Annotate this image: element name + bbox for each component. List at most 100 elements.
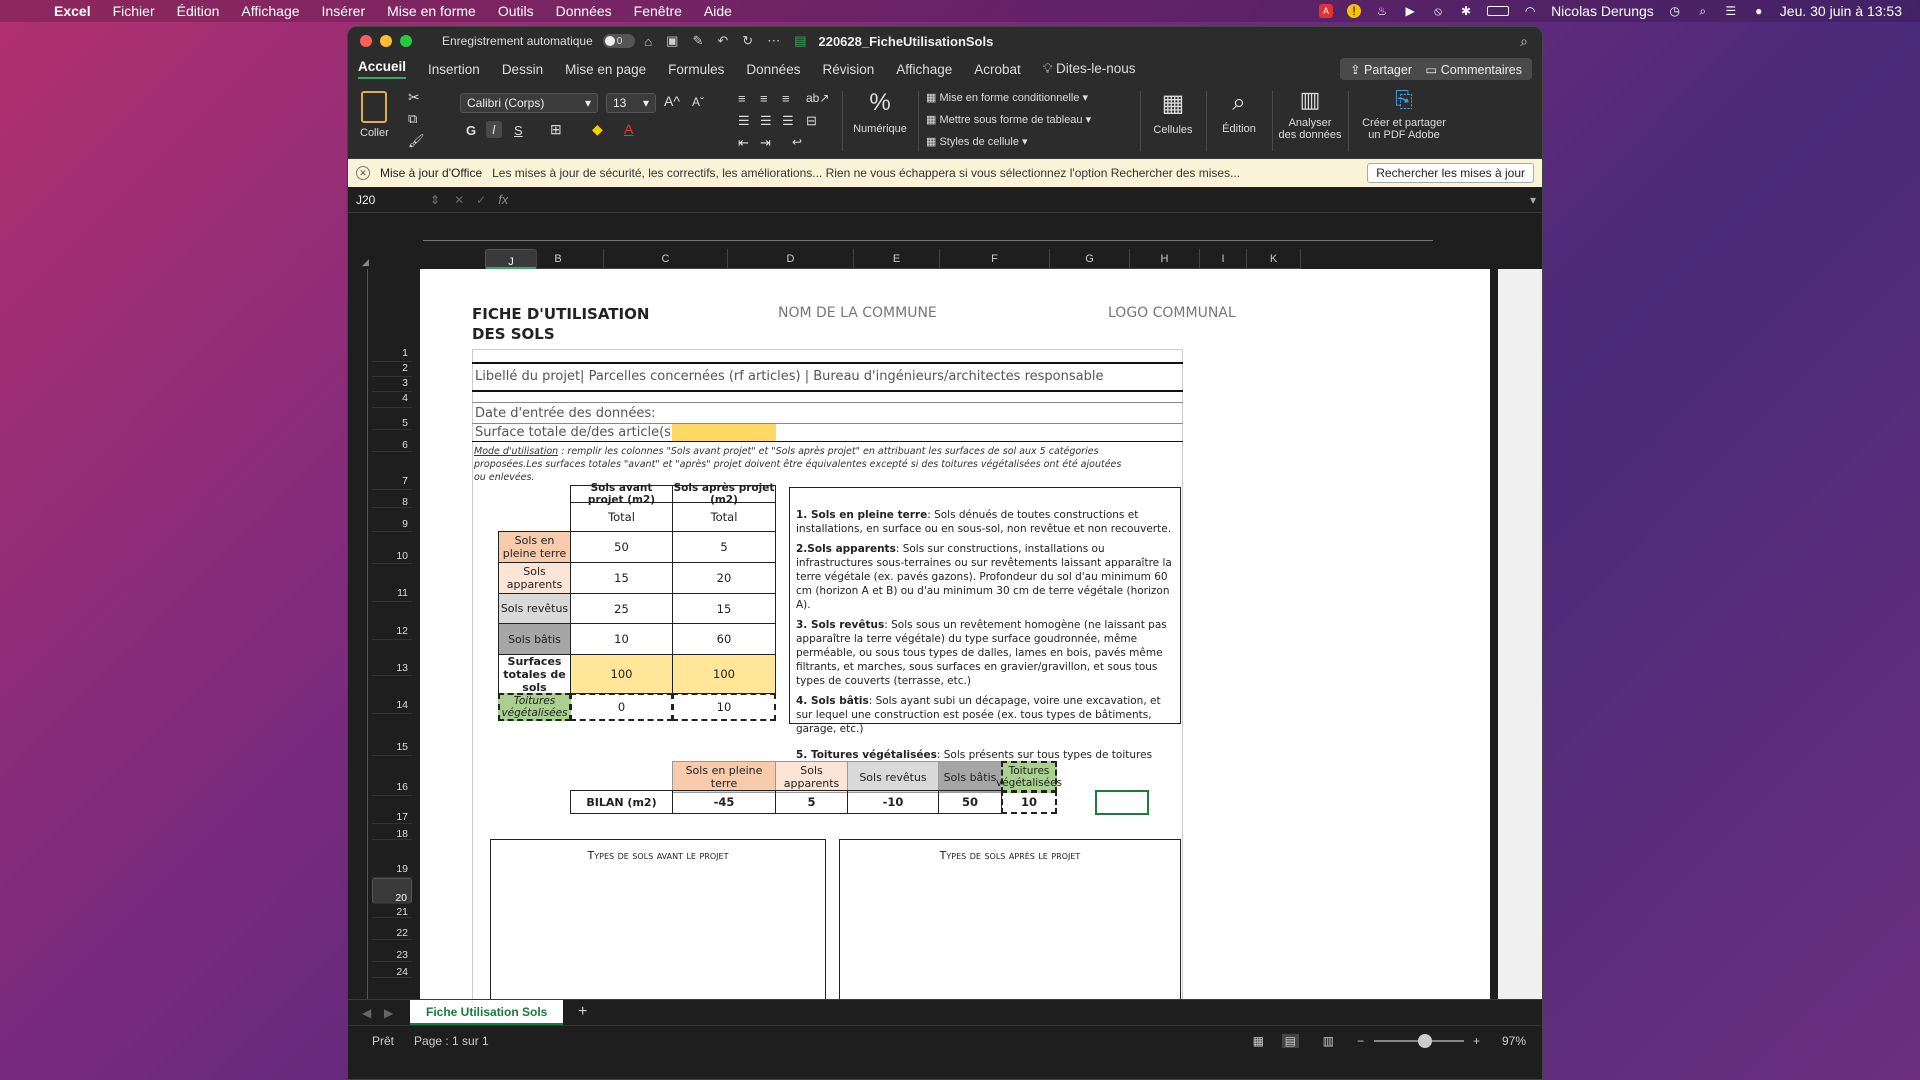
bluetooth-icon[interactable]: ✱: [1459, 4, 1473, 18]
value-total-avant[interactable]: 100: [570, 654, 673, 694]
row-header[interactable]: 19: [372, 840, 412, 878]
bilan-batis[interactable]: 50: [938, 790, 1002, 814]
create-pdf-button[interactable]: ⎘ Créer et partager un PDF Adobe: [1356, 87, 1452, 141]
bilan-header-pleine[interactable]: Sols en pleine terre: [672, 761, 776, 793]
bilan-header-revetus[interactable]: Sols revêtus: [847, 761, 939, 793]
value-toitures-apres[interactable]: 10: [672, 693, 776, 721]
column-header-k[interactable]: K: [1247, 249, 1301, 269]
number-format-button[interactable]: % Numérique: [850, 89, 910, 135]
add-sheet-icon[interactable]: +: [578, 1003, 587, 1021]
header-total-apres[interactable]: Total: [672, 502, 776, 532]
selected-cell-j20[interactable]: [1095, 790, 1149, 815]
font-size-select[interactable]: 13 ▾: [606, 93, 656, 113]
row-header[interactable]: 13: [372, 640, 412, 676]
value-apparents-apres[interactable]: 20: [672, 562, 776, 594]
save-icon[interactable]: ▣: [666, 33, 678, 49]
analyze-data-button[interactable]: ▥ Analyser des données: [1278, 87, 1342, 141]
column-header-g[interactable]: G: [1050, 249, 1130, 269]
column-header-e[interactable]: E: [854, 249, 940, 269]
category-pleine-terre[interactable]: Sols en pleine terre: [498, 531, 571, 563]
enter-icon[interactable]: ✓: [476, 193, 486, 207]
font-family-select[interactable]: Calibri (Corps) ▾: [460, 93, 598, 113]
menu-fenetre[interactable]: Fenêtre: [634, 3, 682, 19]
surface-label-cell[interactable]: Surface totale de/des article(s):: [475, 425, 680, 440]
row-header[interactable]: 18: [372, 824, 412, 840]
undo-icon[interactable]: ↶: [717, 33, 728, 49]
value-toitures-avant[interactable]: 0: [570, 693, 673, 721]
tab-donnees[interactable]: Données: [746, 62, 800, 77]
share-button[interactable]: ⇪ Partager: [1340, 58, 1422, 80]
tab-acrobat[interactable]: Acrobat: [974, 62, 1021, 77]
tab-insertion[interactable]: Insertion: [428, 62, 480, 77]
row-header[interactable]: 22: [372, 918, 412, 940]
paste-button[interactable]: Coller: [360, 91, 389, 139]
chart-types-avant[interactable]: Types de sols avant le projet: [490, 839, 826, 999]
zoom-out-icon[interactable]: −: [1357, 1034, 1364, 1048]
menubar-datetime[interactable]: Jeu. 30 juin à 13:53: [1780, 3, 1902, 19]
select-all-corner[interactable]: ◢: [362, 257, 369, 268]
menu-affichage[interactable]: Affichage: [241, 3, 299, 19]
menu-donnees[interactable]: Données: [556, 3, 612, 19]
align-left-icon[interactable]: ☰: [738, 113, 750, 129]
menu-mise-en-forme[interactable]: Mise en forme: [387, 3, 476, 19]
copy-icon[interactable]: ⧉: [408, 111, 417, 127]
tab-dessin[interactable]: Dessin: [502, 62, 543, 77]
menu-edition[interactable]: Édition: [177, 3, 220, 19]
normal-view-icon[interactable]: ▦: [1253, 1034, 1264, 1048]
column-header-i[interactable]: I: [1200, 249, 1247, 269]
zoom-slider-thumb[interactable]: [1418, 1034, 1432, 1048]
bilan-header-toitures[interactable]: Toitures végétalisées: [996, 761, 1062, 793]
check-updates-button[interactable]: Rechercher les mises à jour: [1367, 163, 1534, 183]
project-label-cell[interactable]: Libellé du projet| Parcelles concernées …: [475, 369, 1103, 384]
row-header[interactable]: 3: [372, 377, 412, 392]
underline-button[interactable]: S: [514, 123, 523, 138]
align-bottom-icon[interactable]: ≡: [782, 91, 790, 106]
wrap-text-icon[interactable]: ↩: [792, 135, 802, 149]
row-header[interactable]: 12: [372, 602, 412, 640]
merge-icon[interactable]: ⊟: [806, 113, 817, 129]
row-header[interactable]: 8: [372, 490, 412, 508]
row-header[interactable]: 4: [372, 392, 412, 408]
tab-accueil[interactable]: Accueil: [358, 59, 407, 79]
tab-revision[interactable]: Révision: [822, 62, 874, 77]
close-window-button[interactable]: [360, 35, 372, 47]
menu-outils[interactable]: Outils: [498, 3, 534, 19]
value-apparents-avant[interactable]: 15: [570, 562, 673, 594]
more-icon[interactable]: ⋯: [767, 33, 780, 49]
row-header[interactable]: 11: [372, 564, 412, 602]
orientation-icon[interactable]: ab↗: [806, 91, 829, 105]
decrease-font-icon[interactable]: Aˇ: [692, 95, 704, 109]
menu-inserer[interactable]: Insérer: [322, 3, 366, 19]
fill-color-icon[interactable]: ◆: [592, 121, 603, 138]
column-header-c[interactable]: C: [604, 249, 728, 269]
cells-button[interactable]: ▦ Cellules: [1148, 89, 1198, 136]
wifi-icon[interactable]: ◠: [1523, 4, 1537, 18]
header-sols-apres[interactable]: Sols après projet (m2): [672, 482, 776, 506]
surface-input-cell[interactable]: [672, 424, 776, 441]
category-toitures[interactable]: Toitures végétalisées: [498, 693, 571, 721]
zoom-window-button[interactable]: [400, 35, 412, 47]
comments-button[interactable]: ▭ Commentaires: [1415, 58, 1532, 80]
align-center-icon[interactable]: ☰: [760, 113, 772, 129]
borders-icon[interactable]: ⊞: [550, 121, 562, 138]
name-box[interactable]: J20: [356, 193, 426, 207]
minimize-window-button[interactable]: [380, 35, 392, 47]
cell-styles-button[interactable]: ▦ Styles de cellule ▾: [926, 135, 1028, 148]
bilan-label[interactable]: BILAN (m2): [570, 790, 673, 814]
redo-icon[interactable]: ↻: [742, 33, 753, 49]
next-sheet-icon[interactable]: ▶: [384, 1006, 393, 1020]
row-header[interactable]: 6: [372, 430, 412, 452]
column-header-j[interactable]: J: [485, 249, 537, 269]
zoom-level[interactable]: 97%: [1502, 1034, 1526, 1048]
row-header[interactable]: 16: [372, 756, 412, 796]
date-label-cell[interactable]: Date d'entrée des données:: [475, 406, 656, 421]
row-header[interactable]: 21: [372, 904, 412, 918]
conditional-format-button[interactable]: ▦ Mise en forme conditionnelle ▾: [926, 91, 1088, 104]
edition-button[interactable]: ⌕ Édition: [1214, 89, 1264, 135]
row-header[interactable]: 15: [372, 714, 412, 756]
cut-icon[interactable]: ✂: [408, 89, 420, 106]
menu-app-name[interactable]: Excel: [54, 3, 91, 19]
battery-icon[interactable]: [1487, 6, 1510, 16]
bilan-revetus[interactable]: -10: [847, 790, 939, 814]
indent-decrease-icon[interactable]: ⇤: [738, 135, 749, 151]
